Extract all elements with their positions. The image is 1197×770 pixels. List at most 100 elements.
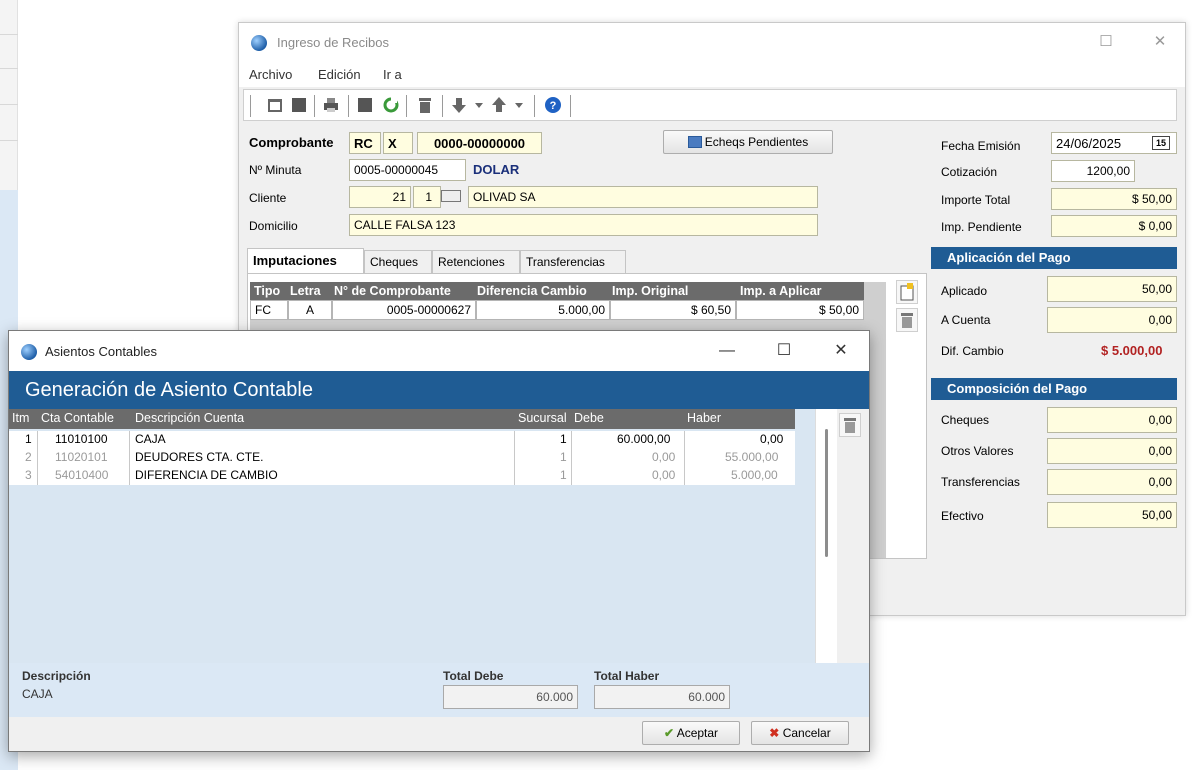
total-debe-field: 60.000	[443, 685, 578, 709]
chevron-down-icon[interactable]	[510, 96, 528, 114]
col-letra: Letra	[290, 284, 321, 298]
composicion-header: Composición del Pago	[931, 378, 1177, 400]
importe-total-field[interactable]: $ 50,00	[1051, 188, 1177, 210]
fecha-emision-field[interactable]: 24/06/2025 15	[1051, 132, 1177, 154]
chevron-down-icon[interactable]	[470, 96, 488, 114]
row-imp-aplicar[interactable]: $ 50,00	[736, 300, 864, 320]
comprobante-letra-field[interactable]: X	[383, 132, 413, 154]
a-cuenta-label: A Cuenta	[941, 313, 991, 327]
col-descripcion: Descripción Cuenta	[135, 411, 245, 425]
close-button[interactable]: ✕	[830, 341, 852, 363]
echeqs-icon	[687, 136, 702, 148]
new-icon[interactable]	[266, 96, 284, 114]
importe-total-label: Importe Total	[941, 193, 1011, 207]
arrow-up-icon[interactable]	[490, 96, 508, 114]
col-tipo: Tipo	[254, 284, 281, 298]
window-title: Ingreso de Recibos	[277, 35, 390, 50]
minuta-field[interactable]: 0005-00000045	[349, 159, 466, 181]
row-haber: 5.000,00	[731, 468, 778, 482]
imp-pendiente-field[interactable]: $ 0,00	[1051, 215, 1177, 237]
minimize-button[interactable]: —	[716, 341, 738, 363]
close-button[interactable]: ✕	[1149, 31, 1171, 53]
asiento-grid: Itm Cta Contable Descripción Cuenta Sucu…	[9, 409, 815, 663]
comprobante-numero-field[interactable]: 0000-00000000	[417, 132, 542, 154]
cotizacion-field[interactable]: 1200,00	[1051, 160, 1135, 182]
efectivo-label: Efectivo	[941, 509, 984, 523]
asientos-contables-dialog: Asientos Contables — ☐ ✕ Generación de A…	[8, 330, 870, 752]
row-itm: 3	[25, 468, 32, 482]
total-debe-label: Total Debe	[443, 669, 504, 683]
menu-ir-a[interactable]: Ir a	[383, 67, 402, 82]
cliente-nombre-field[interactable]: OLIVAD SA	[468, 186, 818, 208]
comprobante-label: Comprobante	[249, 135, 334, 150]
aceptar-button[interactable]: ✔ Aceptar	[642, 721, 740, 745]
arrow-down-icon[interactable]	[450, 96, 468, 114]
tab-transferencias[interactable]: Transferencias	[520, 250, 626, 274]
cancelar-button[interactable]: ✖ Cancelar	[751, 721, 849, 745]
row-itm: 2	[25, 450, 32, 464]
row-imp-original[interactable]: $ 60,50	[610, 300, 736, 320]
a-cuenta-field[interactable]: 0,00	[1047, 307, 1177, 333]
aplicado-field[interactable]: 50,00	[1047, 276, 1177, 302]
delete-icon[interactable]	[416, 96, 434, 114]
app-globe-icon	[251, 35, 267, 51]
row-tipo[interactable]: FC	[250, 300, 288, 320]
trash-icon[interactable]	[839, 413, 861, 437]
transferencias-label: Transferencias	[941, 475, 1020, 489]
otros-valores-field[interactable]: 0,00	[1047, 438, 1177, 464]
trash-icon[interactable]	[896, 308, 918, 332]
row-comprobante[interactable]: 0005-00000627	[332, 300, 476, 320]
stop-icon[interactable]	[356, 96, 374, 114]
imp-pendiente-label: Imp. Pendiente	[941, 220, 1022, 234]
tab-cheques[interactable]: Cheques	[364, 250, 432, 274]
asiento-row[interactable]: 1 11010100 CAJA 1 60.000,00 0,00	[9, 431, 795, 449]
cheques-label: Cheques	[941, 413, 990, 427]
asiento-grid-header: Itm Cta Contable Descripción Cuenta Sucu…	[9, 409, 795, 429]
help-icon[interactable]: ?	[544, 96, 562, 114]
col-itm: Itm	[12, 411, 30, 425]
maximize-button[interactable]: ☐	[773, 341, 795, 363]
tab-imputaciones[interactable]: Imputaciones	[247, 248, 364, 274]
cliente-sub-field[interactable]: 1	[413, 186, 441, 208]
aceptar-label: Aceptar	[676, 726, 719, 740]
row-itm: 1	[25, 432, 32, 446]
row-cta: 11010100	[55, 432, 108, 446]
cancelar-label: Cancelar	[782, 726, 831, 740]
print-icon[interactable]	[322, 96, 340, 114]
col-cta-contable: Cta Contable	[41, 411, 114, 425]
descripcion-label: Descripción	[22, 669, 91, 683]
lookup-icon[interactable]	[441, 190, 461, 202]
maximize-button[interactable]: ☐	[1095, 31, 1117, 53]
row-diferencia[interactable]: 5.000,00	[476, 300, 610, 320]
asiento-row[interactable]: 3 54010400 DIFERENCIA DE CAMBIO 1 0,00 5…	[9, 467, 795, 485]
tab-retenciones[interactable]: Retenciones	[432, 250, 520, 274]
totals-footer: Descripción CAJA Total Debe 60.000 Total…	[9, 663, 869, 717]
row-desc: DEUDORES CTA. CTE.	[135, 450, 264, 464]
col-sucursal: Sucursal	[518, 411, 567, 425]
check-icon: ✔	[663, 726, 675, 740]
cliente-codigo-field[interactable]: 21	[349, 186, 411, 208]
save-icon[interactable]	[290, 96, 308, 114]
row-debe: 0,00	[652, 450, 676, 464]
asiento-row[interactable]: 2 11020101 DEUDORES CTA. CTE. 1 0,00 55.…	[9, 449, 795, 467]
efectivo-field[interactable]: 50,00	[1047, 502, 1177, 528]
col-imp-aplicar: Imp. a Aplicar	[740, 284, 822, 298]
moneda-label: DOLAR	[473, 162, 520, 177]
dialog-title: Asientos Contables	[45, 344, 158, 359]
comprobante-tipo-field[interactable]: RC	[349, 132, 381, 154]
grid-scrollbar[interactable]	[815, 409, 837, 663]
col-diferencia: Diferencia Cambio	[477, 284, 587, 298]
transferencias-field[interactable]: 0,00	[1047, 469, 1177, 495]
cheques-field[interactable]: 0,00	[1047, 407, 1177, 433]
add-icon[interactable]	[896, 280, 918, 304]
row-letra[interactable]: A	[288, 300, 332, 320]
row-debe: 0,00	[652, 468, 676, 482]
menu-archivo[interactable]: Archivo	[249, 67, 292, 82]
aplicado-label: Aplicado	[941, 284, 988, 298]
calendar-icon[interactable]: 15	[1152, 136, 1170, 150]
refresh-icon[interactable]	[382, 96, 400, 114]
row-sucursal: 1	[560, 468, 567, 482]
domicilio-field[interactable]: CALLE FALSA 123	[349, 214, 818, 236]
echeqs-pendientes-button[interactable]: Echeqs Pendientes	[663, 130, 833, 154]
menu-edicion[interactable]: Edición	[318, 67, 361, 82]
